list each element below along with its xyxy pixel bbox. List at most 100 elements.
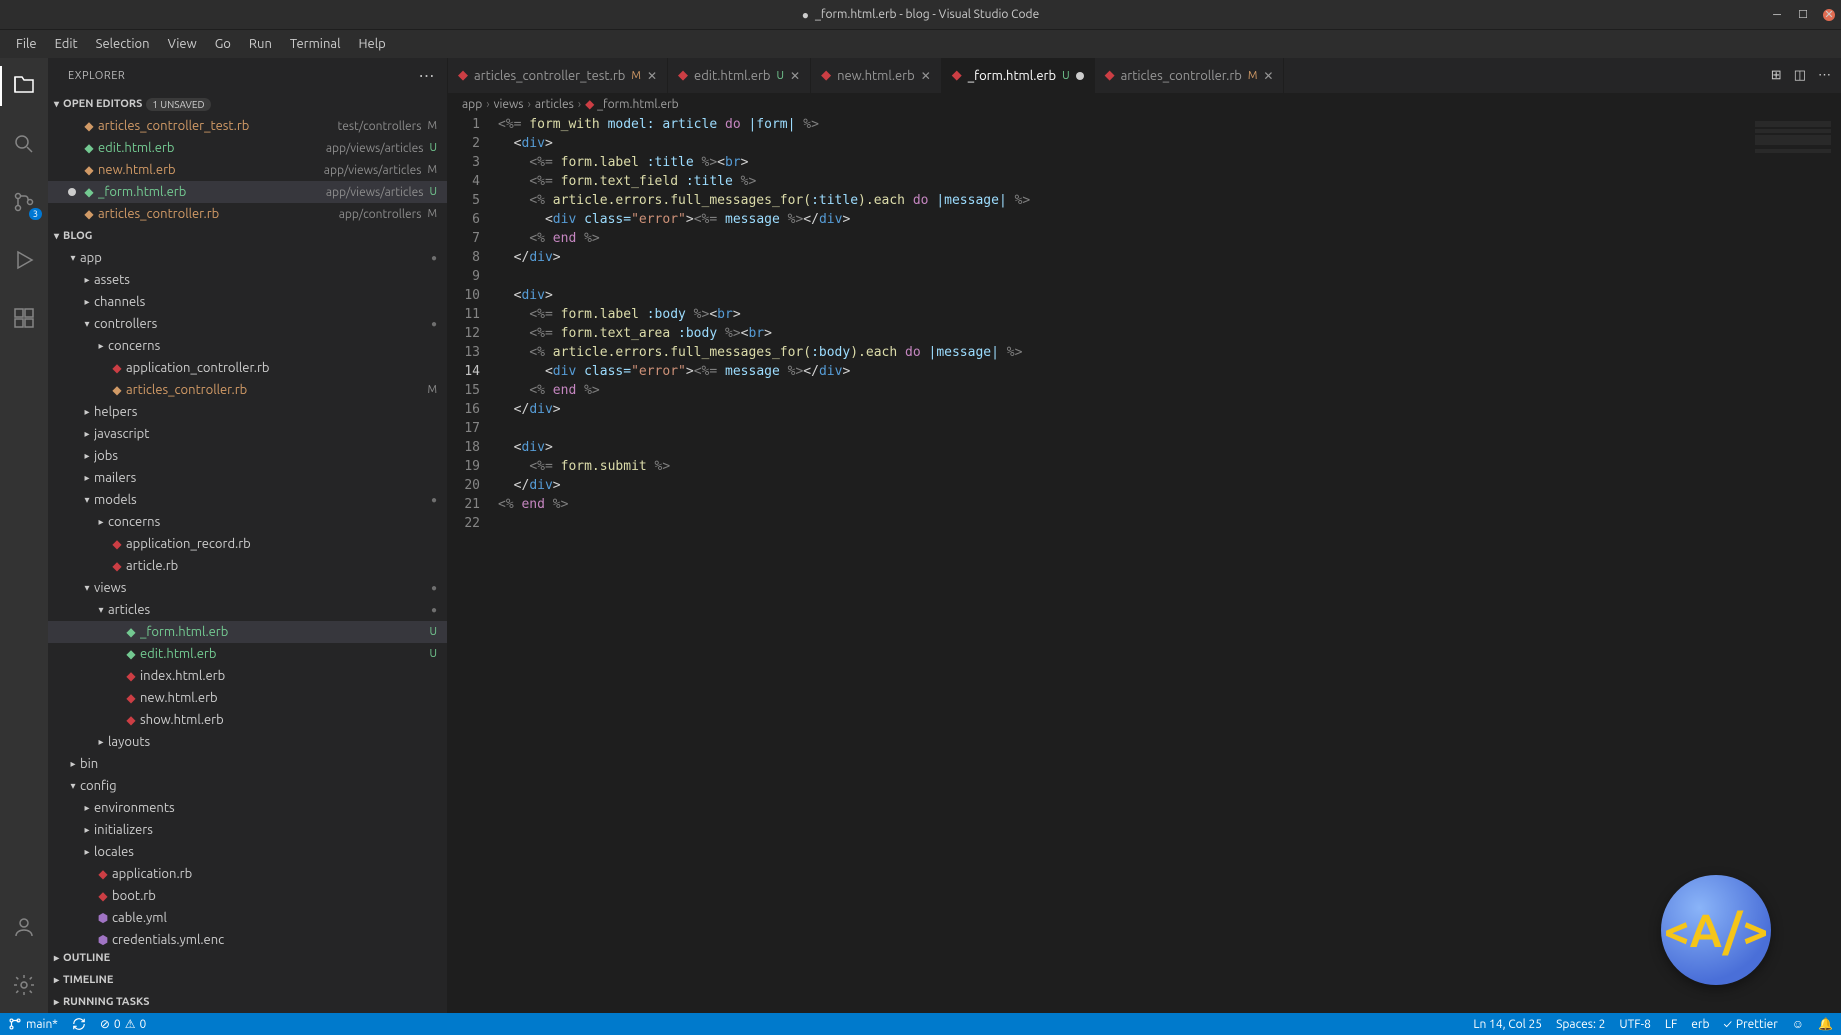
- tree-folder[interactable]: ▸helpers: [48, 401, 447, 423]
- project-header[interactable]: ▾ BLOG: [48, 225, 447, 247]
- menu-terminal[interactable]: Terminal: [282, 33, 349, 55]
- tree-file[interactable]: ◆show.html.erb: [48, 709, 447, 731]
- code-line[interactable]: <%= form.submit %>: [498, 457, 1751, 476]
- code-line[interactable]: [498, 514, 1751, 533]
- prettier-indicator[interactable]: ✓Prettier: [1724, 1018, 1778, 1031]
- code-line[interactable]: <div>: [498, 286, 1751, 305]
- tree-folder[interactable]: ▸layouts: [48, 731, 447, 753]
- language-indicator[interactable]: erb: [1691, 1018, 1709, 1031]
- code-line[interactable]: <div class="error"><%= message %></div>: [498, 362, 1751, 381]
- editor-tab[interactable]: ◆edit.html.erbU✕: [668, 58, 811, 93]
- accounts-icon[interactable]: [0, 907, 48, 947]
- cursor-position[interactable]: Ln 14, Col 25: [1473, 1018, 1542, 1031]
- tree-folder[interactable]: ▸locales: [48, 841, 447, 863]
- minimap[interactable]: [1751, 115, 1841, 1013]
- code-line[interactable]: <%= form_with model: article do |form| %…: [498, 115, 1751, 134]
- code-line[interactable]: <% article.errors.full_messages_for(:bod…: [498, 343, 1751, 362]
- tree-file[interactable]: ⬢credentials.yml.enc: [48, 929, 447, 947]
- close-icon[interactable]: ✕: [921, 69, 931, 83]
- code-line[interactable]: <%= form.text_area :body %><br>: [498, 324, 1751, 343]
- extensions-icon[interactable]: [0, 298, 48, 338]
- more-actions-icon[interactable]: ⋯: [419, 66, 436, 85]
- tree-folder[interactable]: ▸concerns: [48, 511, 447, 533]
- code-line[interactable]: </div>: [498, 476, 1751, 495]
- tree-file[interactable]: ◆article.rb: [48, 555, 447, 577]
- tree-folder[interactable]: ▾controllers●: [48, 313, 447, 335]
- tree-file[interactable]: ◆application.rb: [48, 863, 447, 885]
- timeline-header[interactable]: ▸ TIMELINE: [48, 969, 447, 991]
- code-line[interactable]: [498, 419, 1751, 438]
- tree-folder[interactable]: ▸javascript: [48, 423, 447, 445]
- code-line[interactable]: </div>: [498, 248, 1751, 267]
- code-line[interactable]: [498, 267, 1751, 286]
- tree-file[interactable]: ◆application_controller.rb: [48, 357, 447, 379]
- tree-file[interactable]: ◆_form.html.erbU: [48, 621, 447, 643]
- breadcrumb-segment[interactable]: app: [462, 98, 482, 111]
- tree-folder[interactable]: ▸mailers: [48, 467, 447, 489]
- editor-tab[interactable]: ◆new.html.erb✕: [811, 58, 942, 93]
- explorer-icon[interactable]: [0, 66, 48, 106]
- tree-folder[interactable]: ▸channels: [48, 291, 447, 313]
- menu-view[interactable]: View: [160, 33, 205, 55]
- close-icon[interactable]: ✕: [1823, 9, 1835, 21]
- menu-run[interactable]: Run: [241, 33, 280, 55]
- tree-folder[interactable]: ▾views●: [48, 577, 447, 599]
- tree-file[interactable]: ◆articles_controller.rbM: [48, 379, 447, 401]
- more-icon[interactable]: ⋯: [1818, 68, 1831, 83]
- tree-folder[interactable]: ▾app●: [48, 247, 447, 269]
- eol-indicator[interactable]: LF: [1665, 1018, 1677, 1031]
- code-line[interactable]: <div class="error"><%= message %></div>: [498, 210, 1751, 229]
- tree-folder[interactable]: ▸bin: [48, 753, 447, 775]
- search-icon[interactable]: [0, 124, 48, 164]
- maximize-icon[interactable]: ☐: [1797, 9, 1809, 21]
- minimize-icon[interactable]: ─: [1771, 9, 1783, 21]
- code-line[interactable]: <% article.errors.full_messages_for(:tit…: [498, 191, 1751, 210]
- editor-body[interactable]: 12345678910111213141516171819202122 <%= …: [448, 115, 1841, 1013]
- running-tasks-header[interactable]: ▸ RUNNING TASKS: [48, 991, 447, 1013]
- tree-folder[interactable]: ▸jobs: [48, 445, 447, 467]
- tree-folder[interactable]: ▸environments: [48, 797, 447, 819]
- outline-header[interactable]: ▸ OUTLINE: [48, 947, 447, 969]
- tree-folder[interactable]: ▸initializers: [48, 819, 447, 841]
- code-line[interactable]: <%= form.label :body %><br>: [498, 305, 1751, 324]
- run-debug-icon[interactable]: [0, 240, 48, 280]
- tree-file[interactable]: ◆boot.rb: [48, 885, 447, 907]
- tree-folder[interactable]: ▾articles●: [48, 599, 447, 621]
- close-icon[interactable]: ✕: [647, 69, 657, 83]
- tree-folder[interactable]: ▾config: [48, 775, 447, 797]
- code-line[interactable]: </div>: [498, 400, 1751, 419]
- menu-go[interactable]: Go: [207, 33, 239, 55]
- menu-help[interactable]: Help: [350, 33, 393, 55]
- encoding-indicator[interactable]: UTF-8: [1619, 1018, 1650, 1031]
- breadcrumb-segment[interactable]: articles: [535, 98, 574, 111]
- tree-file[interactable]: ◆edit.html.erbU: [48, 643, 447, 665]
- menu-edit[interactable]: Edit: [47, 33, 86, 55]
- split-icon[interactable]: ◫: [1794, 68, 1806, 83]
- settings-gear-icon[interactable]: [0, 965, 48, 1005]
- problems-indicator[interactable]: ⊘0 ⚠0: [100, 1017, 146, 1031]
- code-line[interactable]: <% end %>: [498, 495, 1751, 514]
- breadcrumb-segment[interactable]: ◆ _form.html.erb: [585, 97, 679, 111]
- feedback-icon[interactable]: ☺: [1792, 1017, 1804, 1031]
- open-editors-header[interactable]: ▾ OPEN EDITORS 1 UNSAVED: [48, 93, 447, 115]
- menu-selection[interactable]: Selection: [88, 33, 158, 55]
- tree-folder[interactable]: ▸concerns: [48, 335, 447, 357]
- tree-file[interactable]: ◆new.html.erb: [48, 687, 447, 709]
- code-line[interactable]: <div>: [498, 438, 1751, 457]
- tree-folder[interactable]: ▾models●: [48, 489, 447, 511]
- tree-file[interactable]: ⬢cable.yml: [48, 907, 447, 929]
- open-editor-item[interactable]: ◆articles_controller_test.rbtest/control…: [48, 115, 447, 137]
- tree-folder[interactable]: ▸assets: [48, 269, 447, 291]
- menu-file[interactable]: File: [8, 33, 45, 55]
- open-editor-item[interactable]: ◆articles_controller.rbapp/controllersM: [48, 203, 447, 225]
- open-editor-item[interactable]: ◆edit.html.erbapp/views/articlesU: [48, 137, 447, 159]
- open-editor-item[interactable]: ◆new.html.erbapp/views/articlesM: [48, 159, 447, 181]
- code-content[interactable]: <%= form_with model: article do |form| %…: [498, 115, 1751, 1013]
- editor-tab[interactable]: ◆_form.html.erbU: [942, 58, 1095, 93]
- close-icon[interactable]: ✕: [1263, 69, 1273, 83]
- code-line[interactable]: <% end %>: [498, 381, 1751, 400]
- tree-file[interactable]: ◆application_record.rb: [48, 533, 447, 555]
- open-editor-item[interactable]: ◆_form.html.erbapp/views/articlesU: [48, 181, 447, 203]
- breadcrumb-segment[interactable]: views: [494, 98, 524, 111]
- source-control-icon[interactable]: 3: [0, 182, 48, 222]
